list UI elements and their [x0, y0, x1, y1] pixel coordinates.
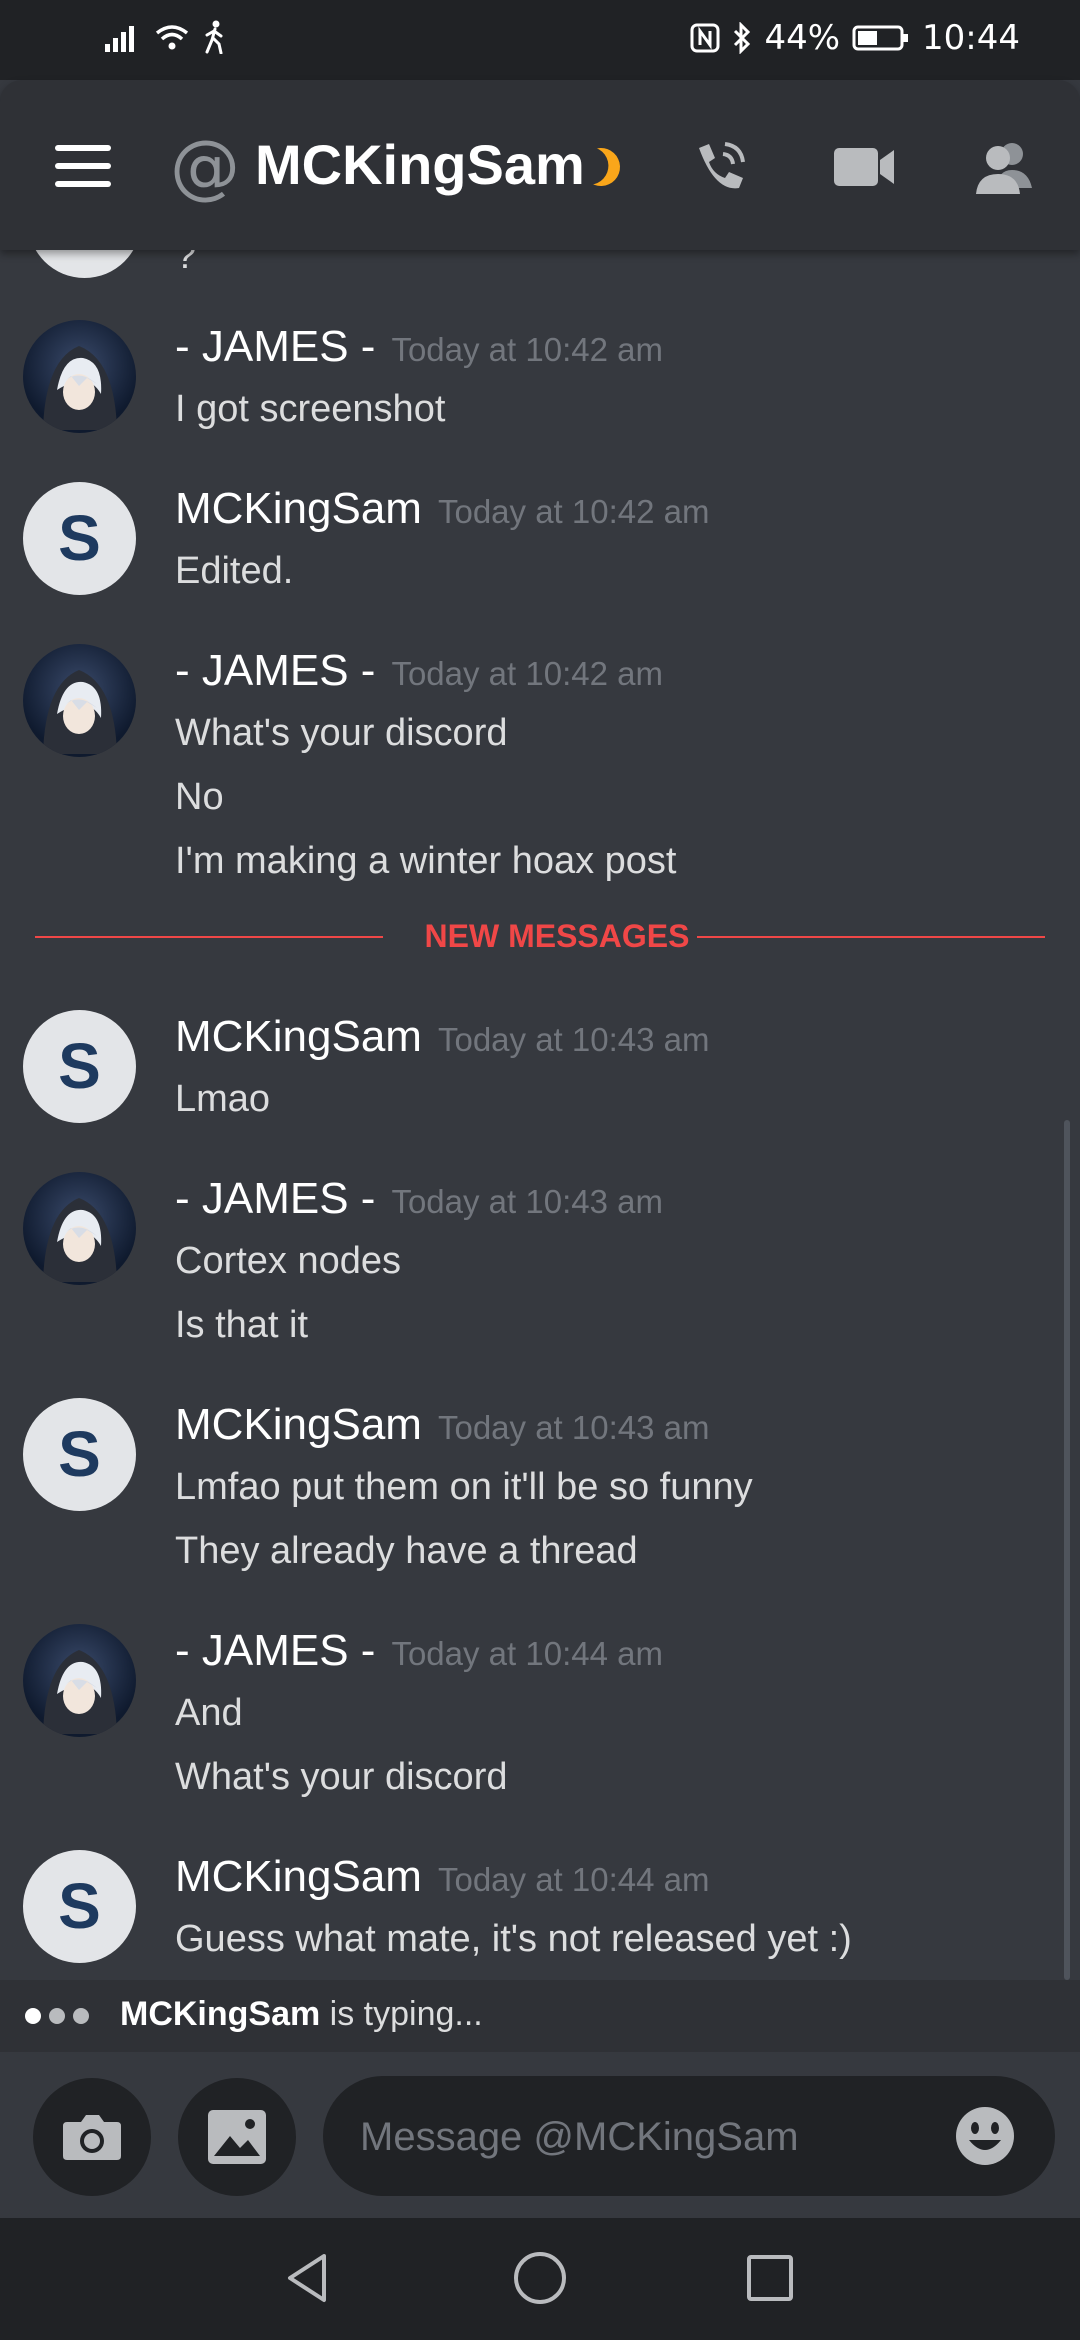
message-author[interactable]: MCKingSam Today at 10:44 am [175, 1852, 709, 1902]
avatar[interactable]: S [23, 482, 136, 595]
home-nav-icon[interactable] [510, 2248, 570, 2308]
hooded-character-avatar-icon [43, 1650, 117, 1734]
call-icon[interactable] [685, 132, 755, 202]
video-icon[interactable] [830, 132, 900, 202]
status-icons-left [105, 20, 227, 54]
message-line: No [175, 776, 224, 818]
message-line: And [175, 1692, 243, 1734]
message-line: I got screenshot [175, 388, 446, 430]
scrollbar[interactable] [1064, 1120, 1070, 1980]
image-button[interactable] [178, 2078, 296, 2196]
message-author[interactable]: - JAMES - Today at 10:44 am [175, 1626, 663, 1676]
wifi-icon [155, 25, 189, 50]
typing-indicator: MCKingSam is typing... [0, 1980, 1080, 2052]
message-input[interactable] [358, 2076, 942, 2198]
message-list[interactable]: ? - JAMES - Today at 10:42 am I got scree… [0, 250, 1080, 1980]
page-title: MCKingSam [255, 133, 585, 196]
message-timestamp: Today at 10:44 am [437, 1861, 710, 1898]
message-author[interactable]: MCKingSam Today at 10:43 am [175, 1400, 709, 1450]
clock: 10:44 [922, 18, 1020, 58]
chat-header: @ MCKingSam [0, 80, 1080, 250]
back-nav-icon[interactable] [278, 2248, 338, 2308]
emoji-icon[interactable] [955, 2106, 1015, 2166]
menu-icon[interactable] [55, 145, 111, 187]
avatar[interactable] [23, 1624, 136, 1737]
message-timestamp: Today at 10:43 am [437, 1021, 710, 1058]
recents-nav-icon[interactable] [740, 2248, 800, 2308]
message-line: ? [175, 250, 197, 277]
message-timestamp: Today at 10:43 am [391, 1183, 663, 1220]
new-messages-label: NEW MESSAGES [424, 918, 690, 954]
nfc-icon [690, 23, 720, 53]
message-line: Lmao [175, 1078, 271, 1120]
battery-icon [852, 25, 909, 51]
message-line: Is that it [175, 1304, 309, 1346]
signal-icon [105, 26, 134, 52]
message-timestamp: Today at 10:42 am [437, 493, 710, 530]
avatar[interactable] [23, 320, 136, 433]
camera-button[interactable] [33, 2078, 151, 2196]
battery-percent: 44% [764, 18, 841, 58]
dm-at-symbol: @ [170, 125, 240, 207]
hooded-character-avatar-icon [43, 1198, 117, 1282]
message-author[interactable]: MCKingSam Today at 10:42 am [175, 484, 709, 534]
message-input-wrapper [323, 2076, 1055, 2198]
message-timestamp: Today at 10:42 am [391, 331, 663, 368]
avatar[interactable] [28, 250, 141, 278]
message-timestamp: Today at 10:43 am [437, 1409, 710, 1446]
message-line: What's your discord [175, 712, 508, 754]
message-author[interactable]: - JAMES - Today at 10:43 am [175, 1174, 663, 1224]
avatar[interactable]: S [23, 1850, 136, 1963]
bluetooth-icon [734, 22, 751, 54]
message-timestamp: Today at 10:42 am [391, 655, 663, 692]
hooded-character-avatar-icon [43, 346, 117, 430]
walking-icon [205, 20, 223, 54]
message-author[interactable]: - JAMES - Today at 10:42 am [175, 322, 663, 372]
message-line: Guess what mate, it's not released yet :… [175, 1918, 852, 1960]
message-composer [0, 2052, 1080, 2218]
status-bar: 44% 10:44 [0, 0, 1080, 80]
message-line: Lmfao put them on it'll be so funny [175, 1466, 753, 1508]
avatar[interactable] [23, 1172, 136, 1285]
system-navigation-bar [0, 2218, 1080, 2340]
typing-dots-icon [25, 2008, 89, 2024]
typing-text: MCKingSam is typing... [120, 1995, 483, 2033]
hooded-character-avatar-icon [43, 670, 117, 754]
message-line: They already have a thread [175, 1530, 638, 1572]
members-icon[interactable] [970, 132, 1040, 202]
avatar[interactable]: S [23, 1010, 136, 1123]
message-line: Cortex nodes [175, 1240, 402, 1282]
camera-icon [63, 2115, 121, 2160]
message-line: Edited. [175, 550, 294, 592]
status-icons-right: 44% 10:44 [690, 18, 1020, 58]
avatar[interactable] [23, 644, 136, 757]
avatar[interactable]: S [23, 1398, 136, 1511]
message-author[interactable]: - JAMES - Today at 10:42 am [175, 646, 663, 696]
message-author[interactable]: MCKingSam Today at 10:43 am [175, 1012, 709, 1062]
message-line: I'm making a winter hoax post [175, 840, 677, 882]
message-line: What's your discord [175, 1756, 508, 1798]
message-timestamp: Today at 10:44 am [391, 1635, 663, 1672]
image-icon [208, 2110, 266, 2164]
